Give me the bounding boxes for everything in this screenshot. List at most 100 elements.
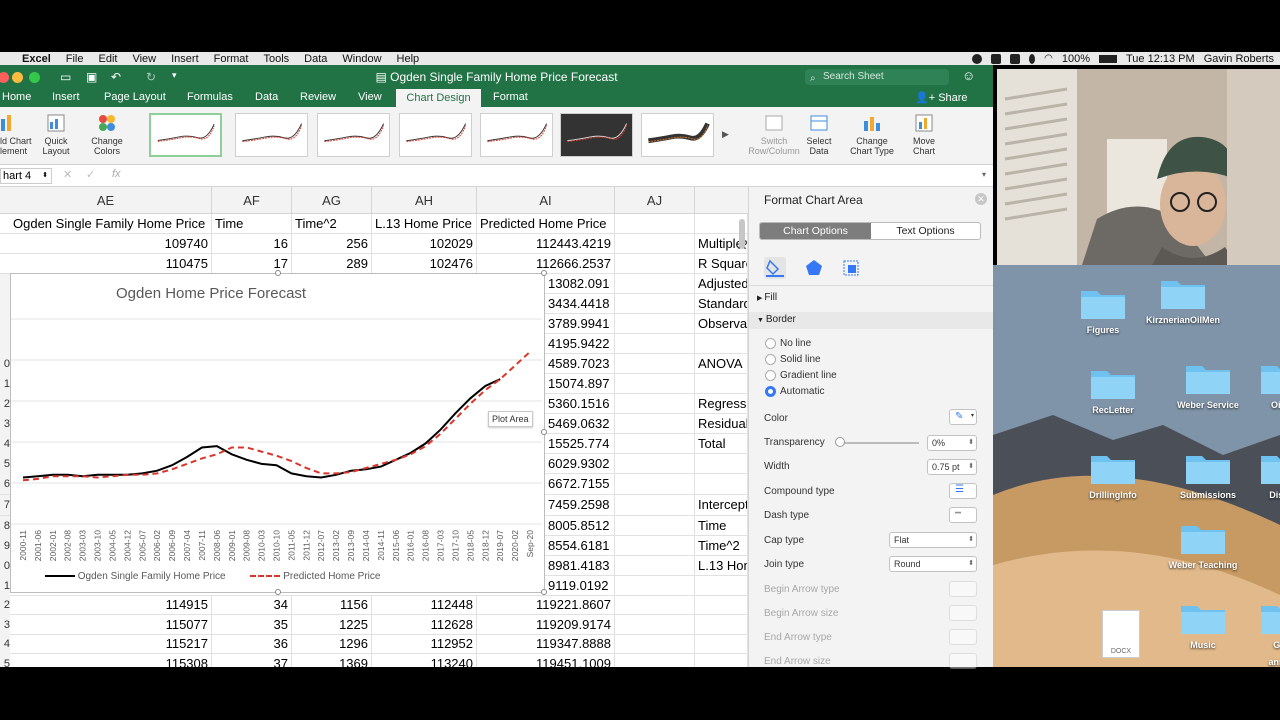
resize-handle-top[interactable] <box>275 270 281 276</box>
cell[interactable] <box>615 653 695 667</box>
cell[interactable] <box>615 394 695 414</box>
chart-style-thumbnail[interactable] <box>149 113 222 157</box>
color-picker-button[interactable]: ✎ ▾ <box>949 409 977 425</box>
plot-area[interactable]: 2000-11 2001-06 2002-01 2002-08 2003-03 2003-… <box>11 274 546 594</box>
cell[interactable] <box>615 294 695 314</box>
tab-review[interactable]: Review <box>300 91 336 103</box>
cell[interactable]: L.13 Hom <box>695 556 748 576</box>
tab-page-layout[interactable]: Page Layout <box>104 91 166 103</box>
row-number[interactable]: 4 <box>0 434 10 454</box>
cell[interactable]: Time <box>212 214 292 234</box>
row-number[interactable]: 5 <box>0 454 10 474</box>
search-sheet-field[interactable]: ⌕ Search Sheet <box>805 69 949 85</box>
cell[interactable]: 35 <box>212 614 292 635</box>
menu-tools[interactable]: Tools <box>263 53 289 65</box>
resize-handle-bottom[interactable] <box>275 589 281 595</box>
row-number[interactable]: 4 <box>0 634 10 654</box>
add-chart-element-button[interactable]: ld Chart lement <box>0 113 34 156</box>
column-header-ae[interactable]: AE <box>0 187 212 214</box>
tab-insert[interactable]: Insert <box>52 91 80 103</box>
change-colors-button[interactable]: Change Colors <box>88 113 126 156</box>
cell[interactable] <box>615 536 695 556</box>
share-button[interactable]: 👤+ Share <box>915 91 968 104</box>
cell[interactable] <box>615 254 695 274</box>
column-header-ag[interactable]: AG <box>292 187 372 214</box>
cell[interactable]: 109740 <box>10 234 212 254</box>
wifi-icon[interactable]: ◠ <box>1044 53 1053 64</box>
cell[interactable]: Predicted Home Price <box>477 214 615 234</box>
name-box-stepper-icon[interactable]: ⬍ <box>42 169 48 183</box>
chart-style-thumbnail[interactable] <box>641 113 714 157</box>
cell[interactable] <box>615 516 695 536</box>
cell[interactable] <box>695 653 748 667</box>
radio-automatic[interactable] <box>765 386 776 397</box>
cell[interactable]: 110475 <box>10 254 212 274</box>
cell[interactable] <box>695 454 748 474</box>
battery-icon[interactable] <box>1099 54 1117 63</box>
transparency-input[interactable]: 0% ⬍ <box>927 435 977 451</box>
row-number[interactable] <box>0 274 10 294</box>
cell[interactable] <box>615 614 695 635</box>
folder-label[interactable]: Disser <box>1238 490 1280 500</box>
row-number[interactable] <box>0 314 10 334</box>
begin-arrow-size-button[interactable] <box>949 605 977 621</box>
cell[interactable]: 8981.4183 <box>545 556 615 576</box>
folder-label[interactable]: KirznerianOilMen <box>1138 315 1228 325</box>
cell[interactable]: Regressio <box>695 394 748 414</box>
column-header-af[interactable]: AF <box>212 187 292 214</box>
gallery-next-icon[interactable]: ▶ <box>722 129 729 140</box>
select-data-button[interactable]: Select Data <box>803 113 835 156</box>
chart-style-thumbnail[interactable] <box>317 113 390 157</box>
cell[interactable] <box>615 556 695 576</box>
battery-percent[interactable]: 100% <box>1062 53 1090 65</box>
formula-expand-icon[interactable]: ▾ <box>982 170 986 179</box>
cell[interactable]: Intercept <box>695 495 748 515</box>
cell[interactable] <box>615 414 695 434</box>
cell[interactable]: L.13 Home Price <box>372 214 477 234</box>
cell[interactable]: 119209.9174 <box>477 614 615 635</box>
cell[interactable]: Total <box>695 434 748 454</box>
compound-type-button[interactable]: ☰ <box>949 483 977 499</box>
folder-label[interactable]: Weber Teaching <box>1158 560 1248 570</box>
cell[interactable]: 115308 <box>10 653 212 667</box>
cell[interactable] <box>695 334 748 354</box>
status-bluetooth-icon[interactable] <box>1029 53 1036 64</box>
cell[interactable]: 102476 <box>372 254 477 274</box>
cell[interactable] <box>695 576 748 596</box>
folder-icon[interactable] <box>1159 275 1207 311</box>
cell[interactable]: 8005.8512 <box>545 516 615 536</box>
cell[interactable]: 13082.091 <box>545 274 615 294</box>
cell[interactable] <box>615 314 695 334</box>
row-number[interactable]: 2 <box>0 595 10 615</box>
cell[interactable]: 9119.0192 <box>545 576 615 596</box>
menubar-clock[interactable]: Tue 12:13 PM <box>1126 53 1195 65</box>
status-record-icon[interactable] <box>972 53 983 64</box>
cell[interactable]: 102029 <box>372 234 477 254</box>
folder-icon[interactable] <box>1259 450 1280 486</box>
cell[interactable]: 1296 <box>292 634 372 654</box>
cell[interactable]: 119221.8607 <box>477 595 615 615</box>
row-number[interactable]: 1 <box>0 374 10 394</box>
row-number[interactable]: 3 <box>0 414 10 434</box>
tab-data[interactable]: Data <box>255 91 278 103</box>
cell[interactable]: 3434.4418 <box>545 294 615 314</box>
row-number[interactable] <box>0 334 10 354</box>
cell[interactable] <box>615 334 695 354</box>
cell[interactable]: Time^2 <box>292 214 372 234</box>
menu-view[interactable]: View <box>132 53 156 65</box>
resize-handle-right[interactable] <box>541 429 547 435</box>
cell[interactable]: 15074.897 <box>545 374 615 394</box>
vertical-scrollbar-thumb[interactable] <box>739 219 745 249</box>
cell[interactable]: 4195.9422 <box>545 334 615 354</box>
feedback-smiley-icon[interactable]: ☺ <box>962 68 975 83</box>
folder-icon[interactable] <box>1259 600 1280 636</box>
row-number[interactable]: 9 <box>0 536 10 556</box>
radio-solid-line[interactable] <box>765 354 776 365</box>
cell[interactable] <box>695 595 748 615</box>
cell[interactable]: 119347.8888 <box>477 634 615 654</box>
end-arrow-type-button[interactable] <box>949 629 977 645</box>
cell[interactable]: 112952 <box>372 634 477 654</box>
end-arrow-size-button[interactable] <box>949 653 977 669</box>
chart-style-thumbnail[interactable] <box>399 113 472 157</box>
cell[interactable]: Ogden Single Family Home Price <box>10 214 212 234</box>
